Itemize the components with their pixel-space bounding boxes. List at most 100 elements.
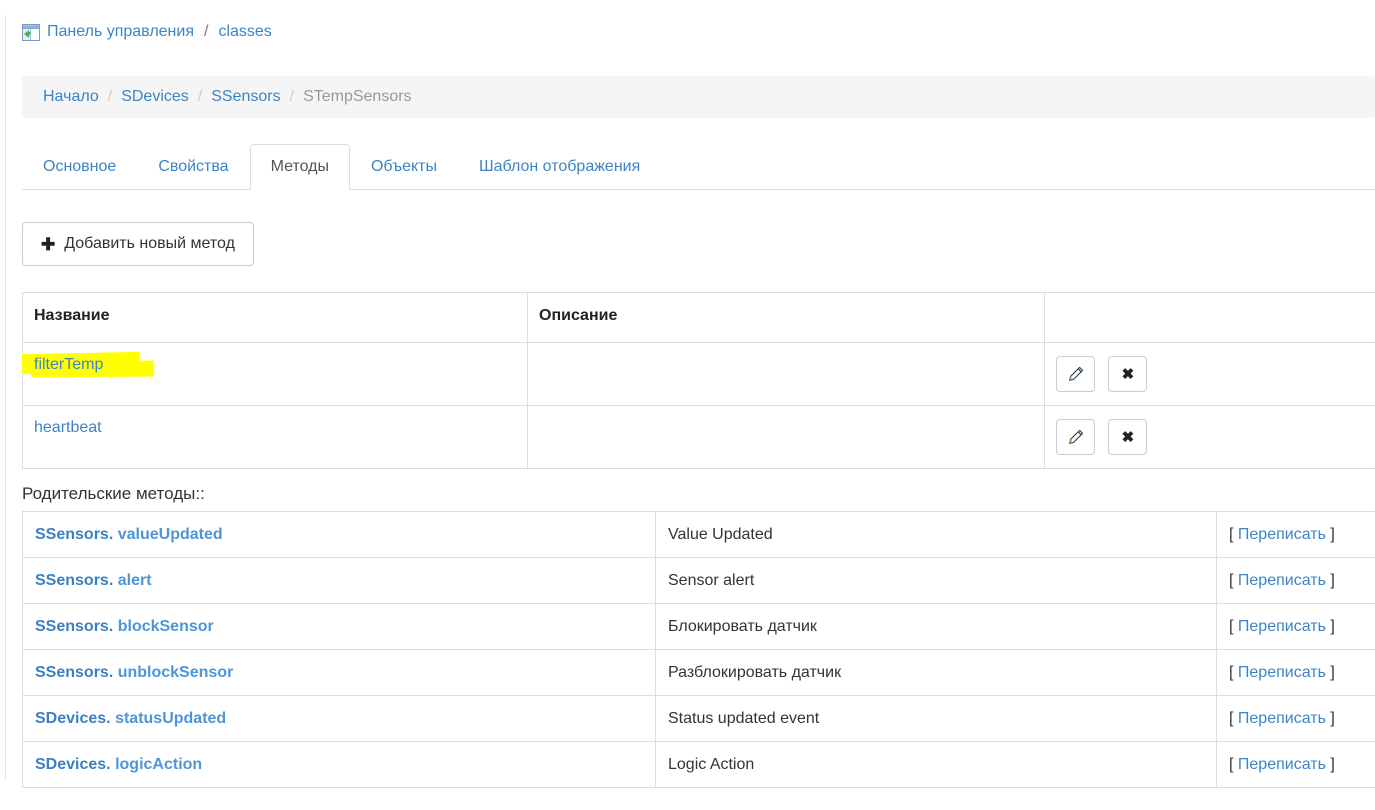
tab-svoystva[interactable]: Свойства — [137, 144, 249, 190]
parent-method-action-cell: [ Переписать ] — [1217, 558, 1375, 604]
tab-metody[interactable]: Методы — [250, 144, 350, 190]
edit-method-button[interactable] — [1056, 419, 1095, 455]
plus-icon: ✚ — [41, 236, 55, 253]
method-actions-cell: ✖ — [1045, 343, 1375, 406]
page-root: Панель управления / classes Начало / SDe… — [0, 0, 1375, 810]
tab-osnovnoe[interactable]: Основное — [22, 144, 137, 190]
column-header-actions — [1045, 293, 1375, 343]
container-left-border — [5, 15, 6, 780]
parent-method-description-cell: Logic Action — [656, 742, 1217, 788]
delete-method-button[interactable]: ✖ — [1108, 419, 1147, 455]
control-panel-link[interactable]: Панель управления — [47, 22, 194, 42]
cross-icon: ✖ — [1122, 430, 1135, 445]
highlight-wrapper: filterTemp — [34, 356, 103, 374]
breadcrumb-item-stempsensors: STempSensors — [303, 88, 412, 106]
classes-link[interactable]: classes — [218, 22, 271, 42]
breadcrumb-item-sdevices[interactable]: SDevices — [121, 88, 189, 106]
column-header-name: Название — [23, 293, 528, 343]
bracket-open: [ — [1229, 618, 1233, 635]
bracket-open: [ — [1229, 756, 1233, 773]
parent-class-name: SSensors — [35, 526, 109, 543]
parent-method-link-statusupdated[interactable]: SDevices. statusUpdated — [35, 710, 226, 727]
bracket-open: [ — [1229, 526, 1233, 543]
column-header-description: Описание — [528, 293, 1045, 343]
table-row: SSensors. valueUpdated Value Updated [ П… — [23, 512, 1375, 558]
control-panel-icon — [22, 24, 40, 41]
parent-method-link-blocksensor[interactable]: SSensors. blockSensor — [35, 618, 214, 635]
cross-icon: ✖ — [1122, 367, 1135, 382]
method-description-cell — [528, 343, 1045, 406]
parent-method-link-alert[interactable]: SSensors. alert — [35, 572, 152, 589]
method-link-heartbeat[interactable]: heartbeat — [34, 419, 102, 436]
top-breadcrumb-link: Панель управления / classes — [22, 22, 272, 42]
parent-methods-table-body: SSensors. valueUpdated Value Updated [ П… — [23, 512, 1375, 788]
method-actions-cell: ✖ — [1045, 406, 1375, 469]
table-row: SSensors. alert Sensor alert [ Переписат… — [23, 558, 1375, 604]
bracket-close: ] — [1330, 664, 1334, 681]
add-new-method-button[interactable]: ✚ Добавить новый метод — [22, 222, 254, 266]
bracket-open: [ — [1229, 664, 1233, 681]
bracket-open: [ — [1229, 710, 1233, 727]
pencil-icon — [1068, 429, 1084, 445]
parent-method-name-cell: SSensors. unblockSensor — [23, 650, 656, 696]
rewrite-link[interactable]: Переписать — [1238, 618, 1326, 635]
parent-method-link-valueupdated[interactable]: SSensors. valueUpdated — [35, 526, 223, 543]
parent-method-description-cell: Разблокировать датчик — [656, 650, 1217, 696]
rewrite-link[interactable]: Переписать — [1238, 572, 1326, 589]
parent-method-description-cell: Блокировать датчик — [656, 604, 1217, 650]
dot-separator: . — [109, 526, 113, 543]
parent-methods-heading: Родительские методы:: — [22, 484, 205, 504]
dot-separator: . — [106, 756, 110, 773]
table-row: SSensors. blockSensor Блокировать датчик… — [23, 604, 1375, 650]
rewrite-link[interactable]: Переписать — [1238, 526, 1326, 543]
breadcrumb-separator: / — [99, 88, 121, 106]
method-description-cell — [528, 406, 1045, 469]
dot-separator: . — [109, 664, 113, 681]
tab-bar: Основное Свойства Методы Объекты Шаблон … — [22, 144, 1375, 190]
parent-method-name-cell: SSensors. blockSensor — [23, 604, 656, 650]
dot-separator: . — [106, 710, 110, 727]
table-row: filterTemp ✖ — [23, 343, 1375, 406]
rewrite-link[interactable]: Переписать — [1238, 710, 1326, 727]
edit-method-button[interactable] — [1056, 356, 1095, 392]
parent-method-name: logicAction — [115, 756, 202, 773]
parent-method-name-cell: SDevices. logicAction — [23, 742, 656, 788]
parent-method-name: unblockSensor — [118, 664, 234, 681]
breadcrumb: Начало / SDevices / SSensors / STempSens… — [22, 76, 1375, 118]
bracket-close: ] — [1330, 618, 1334, 635]
parent-class-name: SSensors — [35, 618, 109, 635]
parent-class-name: SSensors — [35, 664, 109, 681]
table-row: SSensors. unblockSensor Разблокировать д… — [23, 650, 1375, 696]
bracket-open: [ — [1229, 572, 1233, 589]
parent-method-name-cell: SSensors. valueUpdated — [23, 512, 656, 558]
parent-method-link-unblocksensor[interactable]: SSensors. unblockSensor — [35, 664, 233, 681]
methods-table: Название Описание filterTemp — [22, 292, 1375, 469]
parent-method-action-cell: [ Переписать ] — [1217, 512, 1375, 558]
parent-method-action-cell: [ Переписать ] — [1217, 696, 1375, 742]
delete-method-button[interactable]: ✖ — [1108, 356, 1147, 392]
method-name-cell: filterTemp — [23, 343, 528, 406]
parent-method-name-cell: SDevices. statusUpdated — [23, 696, 656, 742]
parent-method-name: valueUpdated — [118, 526, 223, 543]
parent-method-action-cell: [ Переписать ] — [1217, 742, 1375, 788]
bracket-close: ] — [1330, 756, 1334, 773]
dot-separator: . — [109, 618, 113, 635]
parent-method-name: alert — [118, 572, 152, 589]
parent-class-name: SSensors — [35, 572, 109, 589]
parent-method-link-logicaction[interactable]: SDevices. logicAction — [35, 756, 202, 773]
parent-methods-table: SSensors. valueUpdated Value Updated [ П… — [22, 511, 1375, 788]
table-header-row: Название Описание — [23, 293, 1375, 343]
add-new-method-label: Добавить новый метод — [64, 235, 235, 253]
rewrite-link[interactable]: Переписать — [1238, 664, 1326, 681]
parent-method-name-cell: SSensors. alert — [23, 558, 656, 604]
parent-method-description-cell: Sensor alert — [656, 558, 1217, 604]
breadcrumb-item-ssensors[interactable]: SSensors — [211, 88, 280, 106]
table-row: SDevices. statusUpdated Status updated e… — [23, 696, 1375, 742]
method-link-filtertemp[interactable]: filterTemp — [34, 356, 103, 373]
tab-obekty[interactable]: Объекты — [350, 144, 458, 190]
methods-table-head: Название Описание — [23, 293, 1375, 343]
parent-method-name: blockSensor — [118, 618, 214, 635]
tab-shablon-otobrazheniya[interactable]: Шаблон отображения — [458, 144, 661, 190]
breadcrumb-item-nachalo[interactable]: Начало — [43, 88, 99, 106]
rewrite-link[interactable]: Переписать — [1238, 756, 1326, 773]
